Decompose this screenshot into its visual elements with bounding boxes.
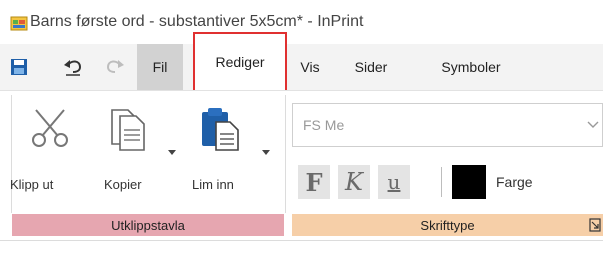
paste-dropdown-icon[interactable] [262,150,270,155]
font-group-label: Skrifttype [292,214,603,236]
clipboard-group-label: Utklippstavla [12,214,284,236]
copy-icon [111,109,145,151]
ribbon-tab-bar: Fil Rediger Vis Sider Symboler [0,32,603,92]
paste-icon [202,108,239,151]
cut-label: Klipp ut [10,177,54,192]
chevron-down-icon[interactable] [587,118,599,130]
font-name-combobox[interactable]: FS Me [292,103,603,147]
copy-dropdown-icon[interactable] [168,150,176,155]
paste-label: Lim inn [192,177,234,192]
tab-rediger[interactable]: Rediger [193,32,287,92]
tab-fil[interactable]: Fil [137,44,183,90]
redo-icon[interactable] [102,52,128,82]
undo-icon[interactable] [60,52,86,82]
underline-button[interactable]: u [378,165,410,199]
tab-sider[interactable]: Sider [346,44,396,90]
dialog-launcher-icon[interactable] [589,218,601,232]
tab-symboler[interactable]: Symboler [428,44,514,90]
paste-button[interactable]: Lim inn [190,100,270,200]
color-divider [441,167,442,197]
italic-button[interactable]: K [338,165,370,199]
tab-vis[interactable]: Vis [292,44,328,90]
scissors-icon [32,109,68,147]
window-title: Barns første ord - substantiver 5x5cm* -… [30,13,364,30]
document-area-edge [0,240,603,256]
cut-button[interactable]: Klipp ut [10,100,80,200]
font-name-value: FS Me [303,117,345,133]
title-bar: Barns første ord - substantiver 5x5cm* -… [0,0,603,44]
bold-button[interactable]: F [298,165,330,199]
copy-label: Kopier [104,177,142,192]
font-color-swatch[interactable] [452,165,486,199]
group-divider [285,95,286,213]
copy-button[interactable]: Kopier [100,100,176,200]
save-icon[interactable] [6,52,32,82]
app-icon [10,16,28,31]
font-color-label[interactable]: Farge [496,174,533,190]
ribbon-left-edge [11,95,12,213]
